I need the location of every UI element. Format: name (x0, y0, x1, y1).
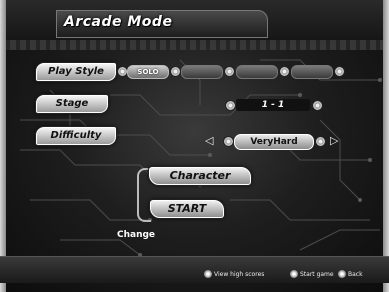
gear-icon (334, 66, 345, 77)
start-button[interactable]: START (150, 200, 224, 218)
difficulty-value[interactable]: VeryHard (234, 134, 314, 150)
difficulty-left-arrow-icon[interactable]: ◁ (205, 135, 213, 147)
play-style-option-3[interactable] (236, 65, 278, 79)
stage-value[interactable]: 1 - 1 (236, 99, 310, 111)
gear-icon (225, 100, 236, 111)
difficulty-right-arrow-icon[interactable]: ▷ (330, 135, 338, 147)
play-style-option-2[interactable] (181, 65, 223, 79)
play-style-label[interactable]: Play Style (36, 63, 116, 81)
button-prompt-icon (290, 270, 298, 278)
right-frame-edge (383, 0, 389, 292)
gear-icon (279, 66, 290, 77)
arcade-mode-screen: Arcade Mode Play Style SOLO Stage 1 - 1 … (0, 0, 389, 292)
footer-hint-back[interactable]: Back (348, 271, 363, 278)
button-prompt-icon (338, 270, 346, 278)
gear-icon (223, 136, 234, 147)
header-strip (0, 40, 389, 50)
stage-label[interactable]: Stage (36, 95, 108, 113)
gear-icon (315, 136, 326, 147)
gear-icon (170, 66, 181, 77)
play-style-option-solo[interactable]: SOLO (127, 65, 169, 79)
footer-hint-view-high-scores[interactable]: View high scores (214, 271, 264, 278)
gear-icon (224, 66, 235, 77)
button-prompt-icon (204, 270, 212, 278)
difficulty-label[interactable]: Difficulty (36, 127, 116, 145)
page-title: Arcade Mode (64, 14, 173, 30)
footer-hint-start-game[interactable]: Start game (300, 271, 334, 278)
character-button[interactable]: Character (149, 167, 251, 185)
gear-icon (312, 100, 323, 111)
footer-bar (0, 256, 389, 283)
change-hint-text: Change (117, 230, 156, 240)
play-style-option-4[interactable] (291, 65, 333, 79)
left-frame-edge (0, 0, 6, 292)
